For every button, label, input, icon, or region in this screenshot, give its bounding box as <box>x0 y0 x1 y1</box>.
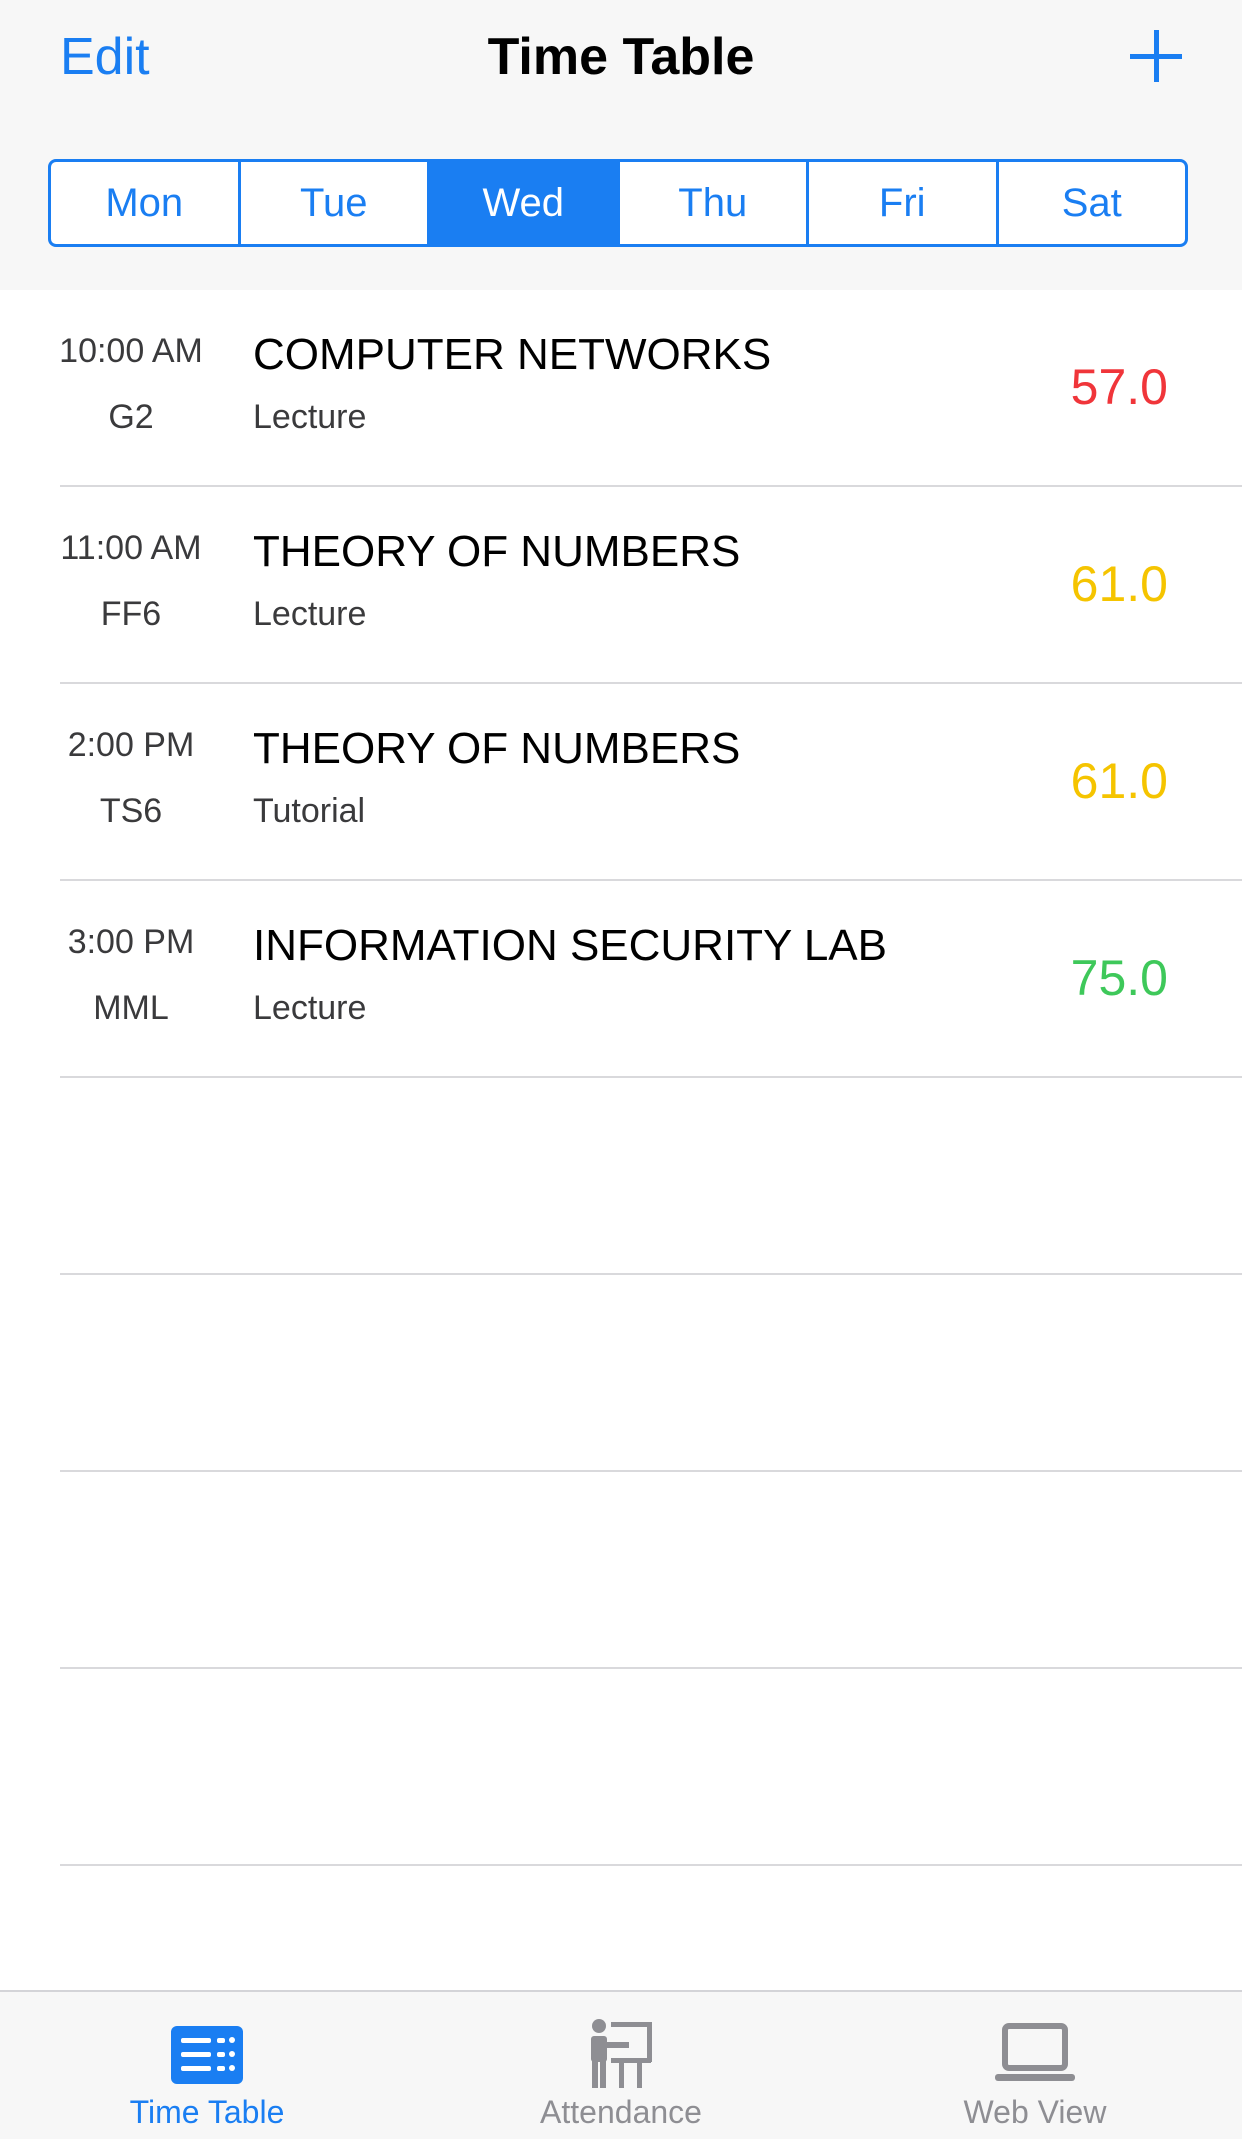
day-tab-mon[interactable]: Mon <box>51 162 238 244</box>
class-room: TS6 <box>99 792 163 830</box>
class-room: FF6 <box>100 595 162 633</box>
class-type: Lecture <box>253 595 367 633</box>
day-tab-tue[interactable]: Tue <box>237 162 428 244</box>
class-row[interactable]: 11:00 AM FF6 THEORY OF NUMBERS Lecture 6… <box>60 487 1242 684</box>
class-subject: THEORY OF NUMBERS <box>253 527 741 576</box>
class-type: Lecture <box>253 989 367 1027</box>
class-row[interactable]: 10:00 AM G2 COMPUTER NETWORKS Lecture 57… <box>59 290 1242 487</box>
class-time: 11:00 AM <box>60 529 202 567</box>
class-time: 3:00 PM <box>67 923 195 961</box>
teacher-board-icon <box>591 2019 652 2088</box>
day-tab-wed[interactable]: Wed <box>427 162 617 244</box>
tab-label: Attendance <box>540 2094 702 2130</box>
attendance-percentage: 61.0 <box>1070 556 1168 612</box>
empty-row <box>60 1275 1242 1472</box>
laptop-icon <box>995 2023 1075 2081</box>
class-list: 10:00 AM G2 COMPUTER NETWORKS Lecture 57… <box>0 290 1242 1866</box>
day-tab-thu[interactable]: Thu <box>616 162 807 244</box>
tab-label: Time Table <box>129 2094 285 2130</box>
timetable-list-icon <box>171 2026 243 2084</box>
class-room: G2 <box>108 398 154 436</box>
tab-bar: Time Table Attendance Web View <box>0 1990 1242 2139</box>
class-row[interactable]: 3:00 PM MML INFORMATION SECURITY LAB Lec… <box>60 881 1242 1078</box>
tab-web-view[interactable]: Web View <box>828 1992 1242 2139</box>
page-title: Time Table <box>487 28 755 86</box>
class-time: 2:00 PM <box>67 726 195 764</box>
attendance-percentage: 57.0 <box>1070 359 1168 415</box>
tab-label: Web View <box>963 2094 1107 2130</box>
class-subject: THEORY OF NUMBERS <box>253 724 741 773</box>
class-type: Tutorial <box>253 792 366 830</box>
class-type: Lecture <box>253 398 367 436</box>
day-selector: Mon Tue Wed Thu Fri Sat <box>48 159 1188 247</box>
class-row[interactable]: 2:00 PM TS6 THEORY OF NUMBERS Tutorial 6… <box>60 684 1242 881</box>
class-time: 10:00 AM <box>59 332 203 370</box>
tab-time-table[interactable]: Time Table <box>0 1992 414 2139</box>
screen: Edit Time Table Mon Tue Wed Thu Fri Sat … <box>0 0 1242 2139</box>
day-tab-sat[interactable]: Sat <box>995 162 1186 244</box>
class-subject: INFORMATION SECURITY LAB <box>253 921 888 970</box>
class-room: MML <box>93 989 169 1027</box>
plus-icon[interactable] <box>1126 26 1186 86</box>
tab-attendance[interactable]: Attendance <box>414 1992 828 2139</box>
attendance-percentage: 61.0 <box>1070 753 1168 809</box>
navigation-header: Edit Time Table Mon Tue Wed Thu Fri Sat <box>0 0 1242 290</box>
class-subject: COMPUTER NETWORKS <box>253 330 772 379</box>
empty-row <box>60 1078 1242 1275</box>
attendance-percentage: 75.0 <box>1070 950 1168 1006</box>
day-tab-fri[interactable]: Fri <box>806 162 996 244</box>
empty-row <box>60 1669 1242 1866</box>
empty-row <box>60 1472 1242 1669</box>
